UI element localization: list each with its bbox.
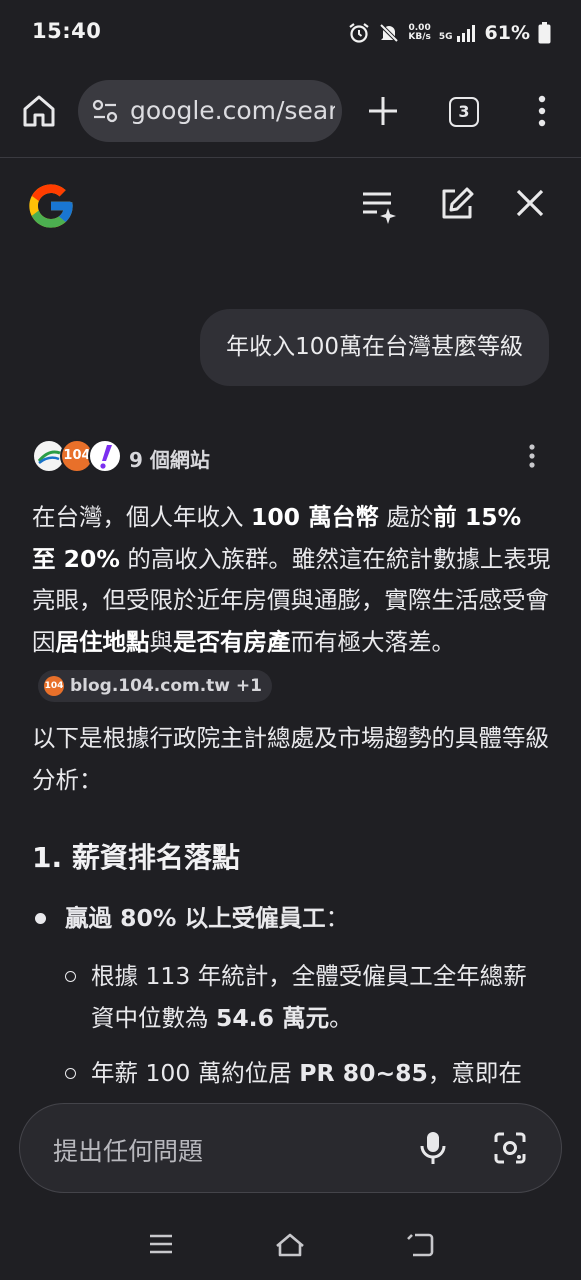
url-text[interactable]: google.com/search [130, 96, 335, 125]
sub-bold: 54.6 萬元 [215, 1003, 330, 1032]
sub-list-item: 年薪 100 萬約位居 PR 80~85，意即在 [65, 1053, 535, 1095]
sources-count[interactable]: 9 個網站 [129, 444, 210, 473]
sub-text: 。 [329, 1003, 353, 1032]
tab-switcher-button[interactable]: 3 [449, 97, 479, 127]
sub-text: 年薪 100 萬約位居 [91, 1059, 300, 1087]
signal-group: 5G [439, 24, 477, 42]
sub-item-text: 年薪 100 萬約位居 PR 80~85，意即在 [91, 1053, 535, 1095]
answer-bold-location: 居住地點 [55, 627, 150, 656]
sub-item-text: 根據 113 年統計，全體受僱員工全年總薪資中位數為 54.6 萬元。 [91, 956, 535, 1039]
answer-bold-property: 是否有房產 [173, 627, 291, 656]
mute-bell-icon [379, 23, 399, 43]
back-icon[interactable] [405, 1232, 435, 1258]
chip-favicon: 104 [44, 676, 64, 696]
new-tab-icon[interactable] [366, 94, 400, 128]
ask-input-bar[interactable]: 提出任何問題 [19, 1103, 562, 1193]
ask-input-placeholder[interactable]: 提出任何問題 [53, 1132, 203, 1168]
bullet-bold: 贏過 80% 以上受僱員工 [65, 904, 326, 932]
answer-bold-amount: 100 萬台幣 [250, 503, 379, 531]
microphone-icon[interactable] [419, 1130, 447, 1166]
sub-list-item: 根據 113 年統計，全體受僱員工全年總薪資中位數為 54.6 萬元。 [65, 956, 535, 1039]
edit-icon[interactable] [439, 186, 475, 222]
net-speed-unit: KB/s [408, 32, 431, 42]
battery-icon [538, 22, 551, 44]
ai-filter-icon[interactable] [361, 186, 397, 224]
answer-text: 在台灣，個人年收入 [32, 503, 251, 531]
bullet-tail: ： [325, 904, 350, 932]
source-favicon-3 [88, 439, 122, 473]
system-nav-bar [0, 1214, 581, 1280]
exclaim-logo-icon [100, 445, 112, 469]
google-logo-icon [29, 184, 73, 228]
source-chip[interactable]: 104 blog.104.com.tw +1 [38, 670, 272, 702]
sub-text: ，意即在 [427, 1059, 522, 1087]
sub-bullet-ring [65, 1068, 76, 1079]
sub-bold: PR 80~85 [299, 1059, 428, 1087]
list-item-text: 贏過 80% 以上受僱員工： [65, 898, 349, 940]
user-query-bubble: 年收入100萬在台灣甚麼等級 [200, 309, 549, 386]
answer-text: 與 [149, 627, 174, 656]
sources-row[interactable]: 104 9 個網站 [32, 439, 552, 473]
google-lens-icon[interactable] [493, 1131, 527, 1165]
signal-icon [456, 25, 475, 42]
more-options-icon[interactable] [536, 94, 548, 128]
address-bar[interactable]: google.com/search [78, 80, 342, 142]
answer-text: 而有極大落差。 [290, 627, 456, 656]
site-settings-icon[interactable] [92, 99, 118, 123]
bullet-dot [35, 913, 46, 924]
recent-apps-icon[interactable] [148, 1232, 174, 1256]
net-speed: 0.00 KB/s [408, 24, 430, 42]
battery-percent: 61% [484, 22, 530, 44]
status-time: 15:40 [32, 19, 102, 43]
status-bar: 15:40 0.00 KB/s 5G 61% [0, 0, 581, 64]
chip-label: blog.104.com.tw +1 [70, 676, 262, 696]
section-heading: 1. 薪資排名落點 [32, 841, 240, 874]
home-icon[interactable] [20, 92, 58, 130]
sub-bullet-ring [65, 971, 76, 982]
answer-paragraph: 在台灣，個人年收入 100 萬台幣 處於前 15% 至 20% 的高收入族群。雖… [32, 497, 552, 705]
alarm-icon [349, 23, 370, 43]
answer-text: 處於 [378, 503, 434, 531]
close-icon[interactable] [514, 186, 546, 220]
browser-toolbar: google.com/search 3 [0, 64, 581, 158]
network-type: 5G [438, 32, 453, 42]
sources-more-icon[interactable] [528, 443, 536, 469]
status-icons: 0.00 KB/s 5G 61% [348, 20, 551, 46]
nav-home-icon[interactable] [274, 1232, 306, 1258]
answer-paragraph-2: 以下是根據行政院主計總處及市場趨勢的具體等級分析： [32, 724, 549, 794]
